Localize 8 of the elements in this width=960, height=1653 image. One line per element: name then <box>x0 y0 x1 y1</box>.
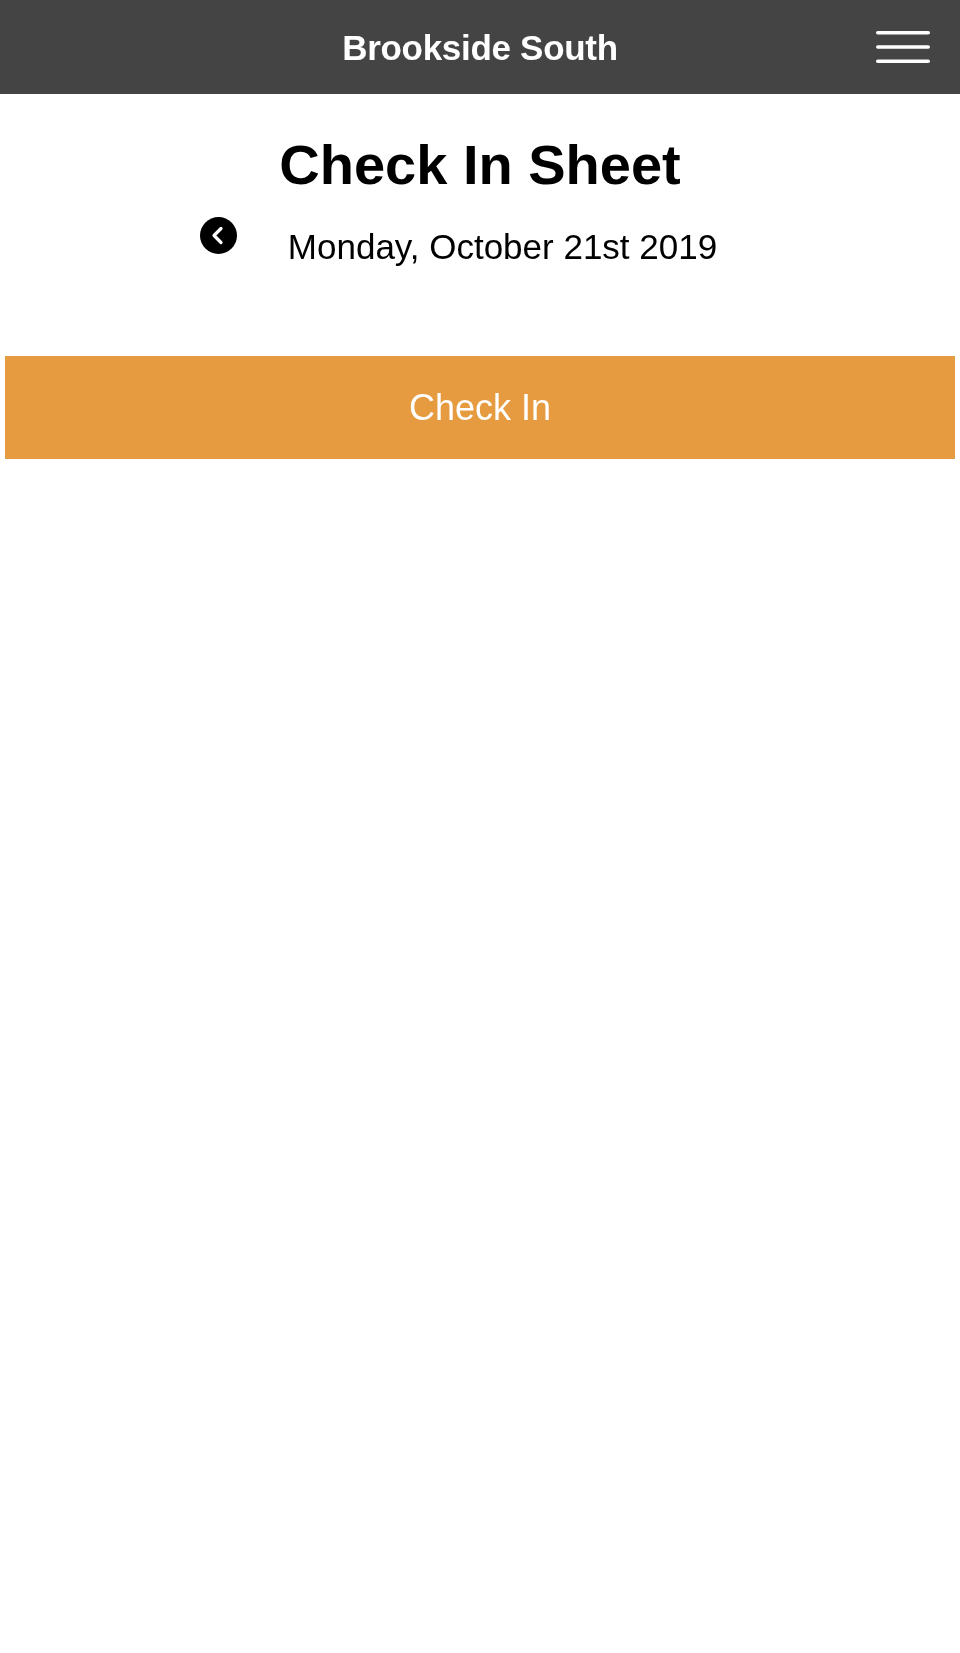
app-title: Brookside South <box>342 29 618 65</box>
sheet-date: Monday, October 21st 2019 <box>287 226 718 269</box>
previous-day-button[interactable] <box>199 217 237 255</box>
menu-button[interactable] <box>876 31 930 63</box>
sheet-title: Check In Sheet <box>278 132 682 198</box>
chevron-left-circle-icon <box>199 217 237 255</box>
check-in-button[interactable]: Check In <box>5 356 955 460</box>
menu-icon <box>876 31 930 63</box>
